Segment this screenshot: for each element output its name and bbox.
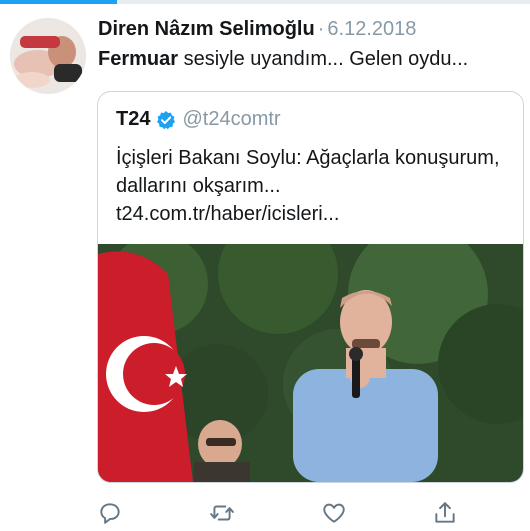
like-icon[interactable] xyxy=(321,500,347,526)
card-source-name[interactable]: T24 xyxy=(116,108,150,131)
tweet-text: Fermuar sesiyle uyandım... Gelen oydu... xyxy=(98,48,523,71)
link-card[interactable]: T24 @t24comtr İçişleri Bakanı Soylu: Ağa… xyxy=(97,91,524,483)
verified-badge-icon xyxy=(156,110,176,130)
author-name[interactable]: Diren Nâzım Selimoğlu xyxy=(98,18,315,40)
card-link[interactable]: t24.com.tr/haber/icisleri... xyxy=(116,200,339,228)
tweet-text-bold: Fermuar xyxy=(98,48,179,70)
card-title: İçişleri Bakanı Soylu: Ağaçlarla konuşur… xyxy=(116,147,500,197)
tweet-actions xyxy=(97,500,477,528)
tweet-text-rest: sesiyle uyandım... Gelen oydu... xyxy=(178,48,469,70)
avatar-image xyxy=(10,18,86,94)
avatar[interactable] xyxy=(10,18,86,94)
tweet-header: Diren Nâzım Selimoğlu · 6.12.2018 xyxy=(98,18,416,41)
share-icon[interactable] xyxy=(432,500,458,526)
loading-progress-bar xyxy=(0,0,530,4)
card-handle[interactable]: @t24comtr xyxy=(182,108,280,131)
separator-dot: · xyxy=(317,18,325,40)
tweet-date[interactable]: 6.12.2018 xyxy=(327,18,416,40)
card-source: T24 @t24comtr xyxy=(116,108,281,131)
retweet-icon[interactable] xyxy=(209,500,235,526)
loading-progress-fill xyxy=(0,0,117,4)
card-image xyxy=(98,214,523,482)
reply-icon[interactable] xyxy=(97,500,123,526)
